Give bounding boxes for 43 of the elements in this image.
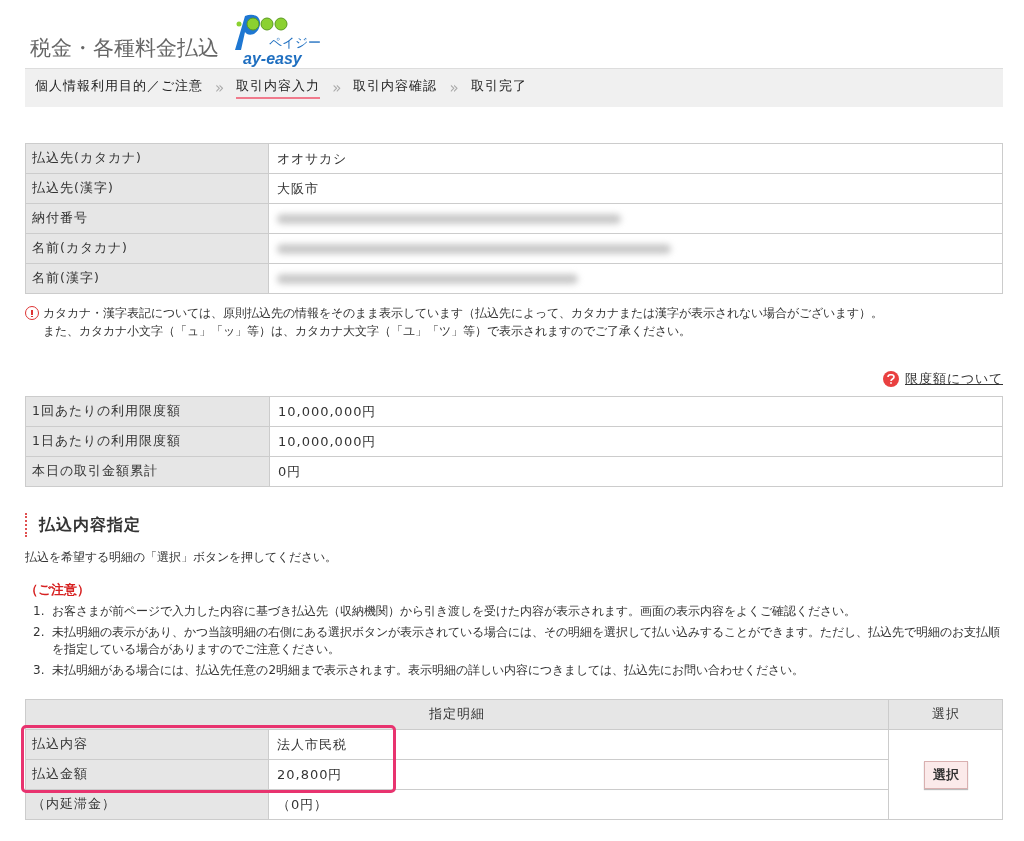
notice-text: また、カタカナ小文字（「ュ」「ッ」等）は、カタカナ大文字（「ユ」「ツ」等）で表示されますのでご了承ください。 [43,323,692,340]
table-value: オオサカシ [269,144,1002,174]
table-label: 1回あたりの利用限度額 [26,397,270,427]
help-icon [883,371,899,387]
table-value: 20,800円 [269,760,889,790]
section-heading: 払込内容指定 [25,513,1003,537]
limit-link[interactable]: 限度額について [905,370,1003,388]
table-value: 法人市民税 [269,730,889,760]
list-number: 2. [33,624,45,641]
table-label: 本日の取引金額累計 [26,457,270,487]
step-separator: » [332,79,342,97]
table-label: 払込金額 [26,760,269,790]
step-label: 取引内容確認 [353,77,438,95]
table-label: 1日あたりの利用限度額 [26,427,270,457]
table-value: 10,000,000円 [270,427,1002,457]
step-separator: » [215,79,225,97]
caution-text: 未払明細がある場合には、払込先任意の2明細まで表示されます。表示明細の詳しい内容につきましては、払込先にお問い合わせください。 [52,662,805,679]
table-label: 納付番号 [26,204,269,234]
step-label: 個人情報利用目的／ご注意 [35,77,203,95]
column-header: 選択 [889,700,1002,730]
step-label: 取引内容入力 [236,77,321,99]
table-value: （0円） [269,790,889,820]
pay-easy-logo: ペイジー ay-easy [229,10,339,68]
table-label: 払込先(カタカナ) [26,144,269,174]
list-number: 1. [33,603,45,620]
table-value: 大阪市 [269,174,1002,204]
table-label: 払込内容 [26,730,269,760]
page-title: 税金・各種料金払込 [30,35,219,62]
step-separator: » [449,79,459,97]
step-label: 取引完了 [470,77,527,95]
table-value: 10,000,000円 [270,397,1002,427]
list-number: 3. [33,662,45,679]
caution-title: （ご注意） [25,582,91,599]
table-label: 名前(カタカナ) [26,234,269,264]
table-value: 0円 [270,457,1002,487]
caution-text: お客さまが前ページで入力した内容に基づき払込先（収納機関）から引き渡しを受けた内容が表示されます。画面の表示内容をよくご確認ください。 [52,603,857,620]
caution-text: 未払明細の表示があり、かつ当該明細の右側にある選択ボタンが表示されている場合には、その明細を選択して払い込みすることができます。ただし、払込先で明細のお支払順を指定している場合がありますのでご注意ください。 [52,624,1002,658]
instruction-text: 払込を希望する明細の「選択」ボタンを押してください。 [25,549,338,566]
column-header: 指定明細 [26,700,889,730]
table-label: 名前(漢字) [26,264,269,294]
select-button[interactable]: 選択 [923,760,968,789]
notice-text: カタカナ・漢字表記については、原則払込先の情報をそのまま表示しています（払込先によって、カタカナまたは漢字が表示されない場合がございます）。 [43,305,883,322]
table-label: 払込先(漢字) [26,174,269,204]
